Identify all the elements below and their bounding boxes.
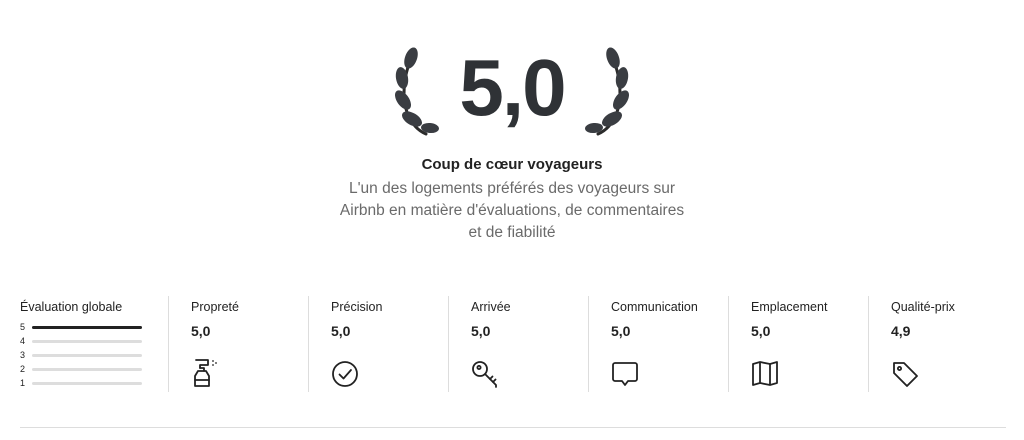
guest-favorite-section: 5,0 Coup de cœur voyageurs L'un des loge… [0,0,1024,250]
category-value: 5,0 [331,323,351,339]
ratings-summary: Évaluation globale 5 4 3 2 1 Propreté 5,… [20,296,1006,392]
category-label: Propreté [191,300,239,314]
chat-bubble-icon [612,362,638,386]
distribution-track [32,354,142,357]
rating-category-checkin: Arrivée 5,0 [448,296,588,392]
distribution-row: 3 [20,348,144,362]
map-icon [752,361,778,386]
category-value: 5,0 [751,323,771,339]
distribution-track [32,340,142,343]
distribution-track [32,326,142,329]
distribution-label: 1 [20,378,26,388]
distribution-label: 2 [20,364,26,374]
rating-distribution: 5 4 3 2 1 [20,320,144,390]
rating-category-communication: Communication 5,0 [588,296,728,392]
section-divider [20,427,1006,428]
distribution-track [32,382,142,385]
distribution-label: 4 [20,336,26,346]
category-label: Communication [611,300,698,314]
distribution-label: 3 [20,350,26,360]
overall-rating-title: Évaluation globale [20,300,123,314]
category-value: 5,0 [611,323,631,339]
overall-rating-column: Évaluation globale 5 4 3 2 1 [20,296,168,392]
rating-category-accuracy: Précision 5,0 [308,296,448,392]
overall-score: 5,0 [459,43,566,132]
distribution-row: 5 [20,320,144,334]
distribution-row: 4 [20,334,144,348]
rating-category-value: Qualité-prix 4,9 [868,296,1006,392]
rating-category-cleanliness: Propreté 5,0 [168,296,308,392]
distribution-track [32,368,142,371]
category-value: 4,9 [891,323,911,339]
category-label: Emplacement [751,300,828,314]
laurel-left-icon [395,47,439,136]
category-value: 5,0 [471,323,491,339]
key-icon [472,361,497,388]
distribution-row: 2 [20,362,144,376]
price-tag-icon [893,362,918,387]
category-label: Précision [331,300,383,314]
badge-description: L'un des logements préférés des voyageur… [339,180,685,241]
badge-title: Coup de cœur voyageurs [421,156,603,173]
distribution-fill [32,326,142,329]
spray-bottle-icon [194,359,217,387]
distribution-label: 5 [20,322,26,332]
rating-category-location: Emplacement 5,0 [728,296,868,392]
distribution-row: 1 [20,376,144,390]
laurel-right-icon [585,47,629,136]
category-label: Arrivée [471,300,511,314]
category-value: 5,0 [191,323,211,339]
category-label: Qualité-prix [891,300,955,314]
check-circle-icon [332,361,358,387]
